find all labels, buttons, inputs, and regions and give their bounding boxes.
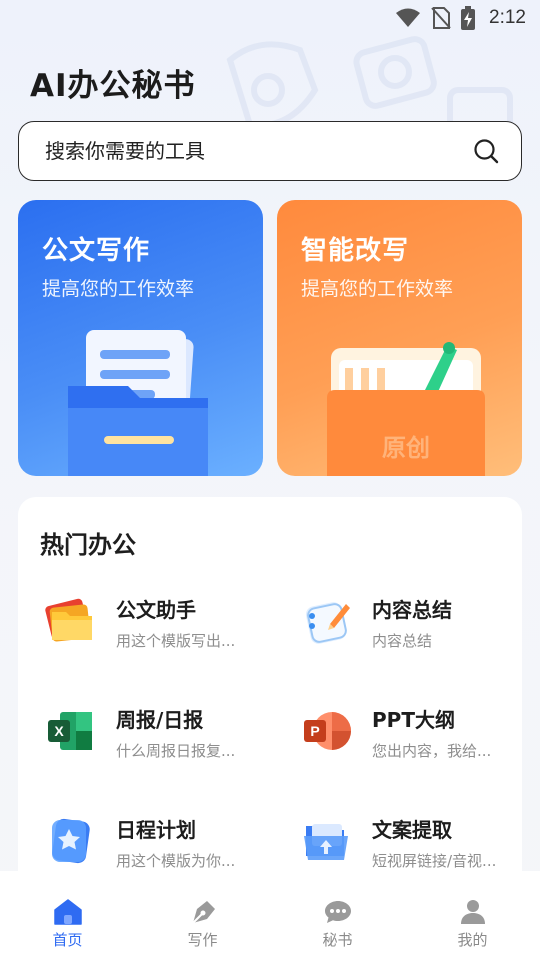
tool-desc: 用这个模版为你... bbox=[116, 852, 236, 870]
tool-name: 公文助手 bbox=[116, 598, 196, 622]
tool-desc: 用这个模版写出... bbox=[116, 632, 236, 650]
search-bar[interactable] bbox=[18, 121, 522, 181]
chat-icon bbox=[324, 901, 351, 923]
excel-icon: X bbox=[48, 712, 92, 750]
original-folder-icon: 原创 bbox=[327, 342, 485, 476]
tool-name: PPT大纲 bbox=[372, 708, 455, 732]
powerpoint-icon: P bbox=[304, 712, 351, 750]
battery-charging-icon bbox=[461, 6, 476, 30]
tool-desc: 您出内容，我给... bbox=[372, 742, 492, 760]
star-card-icon bbox=[52, 818, 90, 864]
pen-icon bbox=[191, 901, 215, 924]
tool-ppt-outline[interactable]: P PPT大纲 您出内容，我给... bbox=[296, 704, 526, 784]
nav-label: 写作 bbox=[187, 931, 218, 949]
section-title: 热门办公 bbox=[40, 531, 136, 559]
tool-desc: 什么周报日报复... bbox=[116, 742, 236, 760]
notebook-icon bbox=[305, 602, 350, 644]
nav-secretary[interactable]: 秘书 bbox=[288, 871, 388, 950]
nav-home[interactable]: 首页 bbox=[18, 871, 118, 950]
home-icon bbox=[53, 899, 82, 925]
tool-name: 日程计划 bbox=[116, 818, 196, 842]
no-sim-icon bbox=[431, 7, 451, 29]
tool-desc: 短视屏链接/音视... bbox=[372, 852, 497, 870]
status-time: 2:12 bbox=[489, 7, 526, 28]
folders-icon bbox=[45, 598, 92, 642]
hot-office-panel: 热门办公 公文助手 用这个模版写出... 内容总结 内容总结 X 周报/日报 什… bbox=[18, 497, 522, 897]
upload-folder-icon bbox=[304, 824, 348, 860]
card-subtitle: 提高您的工作效率 bbox=[301, 278, 454, 300]
search-input[interactable] bbox=[45, 139, 473, 163]
nav-writing[interactable]: 写作 bbox=[153, 871, 253, 950]
card-title: 公文写作 bbox=[42, 236, 151, 266]
tool-weekly-report[interactable]: X 周报/日报 什么周报日报复... bbox=[40, 704, 270, 784]
svg-text:X: X bbox=[54, 723, 64, 739]
document-folder-icon bbox=[68, 330, 208, 476]
nav-label: 秘书 bbox=[322, 931, 353, 949]
tool-official-assistant[interactable]: 公文助手 用这个模版写出... bbox=[40, 594, 270, 674]
card-title: 智能改写 bbox=[301, 236, 410, 266]
nav-profile[interactable]: 我的 bbox=[423, 871, 523, 950]
bottom-nav: 首页 写作 秘书 我的 bbox=[0, 871, 540, 960]
tool-name: 周报/日报 bbox=[116, 708, 204, 732]
tool-desc: 内容总结 bbox=[372, 632, 433, 650]
app-title: AI办公秘书 bbox=[30, 68, 196, 104]
nav-label: 首页 bbox=[52, 931, 83, 949]
tool-name: 文案提取 bbox=[372, 818, 452, 842]
smart-rewrite-card[interactable]: 智能改写 提高您的工作效率 原创 bbox=[277, 200, 522, 476]
official-writing-card[interactable]: 公文写作 提高您的工作效率 bbox=[18, 200, 263, 476]
card-subtitle: 提高您的工作效率 bbox=[42, 278, 195, 300]
tool-name: 内容总结 bbox=[372, 598, 452, 622]
original-badge: 原创 bbox=[382, 434, 430, 462]
svg-text:P: P bbox=[310, 723, 319, 739]
user-icon bbox=[460, 900, 485, 924]
search-icon[interactable] bbox=[473, 138, 499, 164]
wifi-icon bbox=[396, 8, 421, 27]
nav-label: 我的 bbox=[457, 931, 488, 949]
tool-content-summary[interactable]: 内容总结 内容总结 bbox=[296, 594, 526, 674]
